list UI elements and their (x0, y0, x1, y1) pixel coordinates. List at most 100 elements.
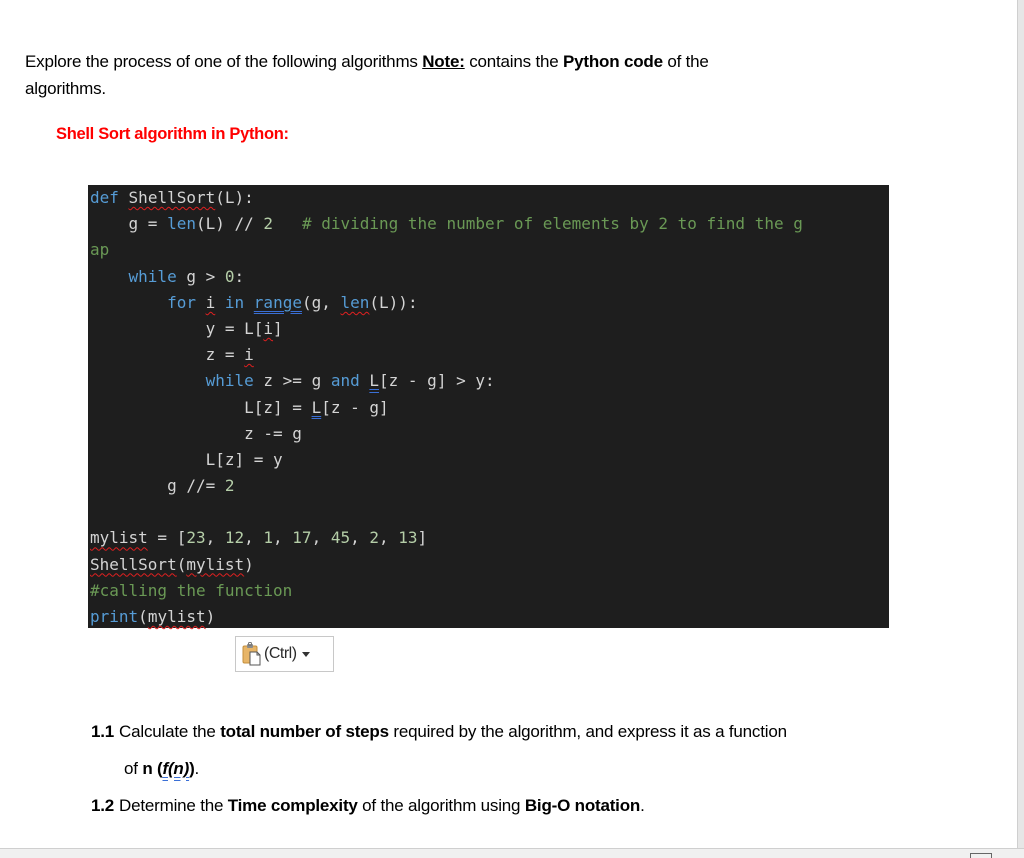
clipboard-paste-icon (242, 642, 262, 666)
code-line: z = i (90, 342, 889, 368)
code-line: L[z] = L[z - g] (90, 395, 889, 421)
code-comment-wrap: ap (90, 240, 110, 260)
question-text: Determine the (119, 796, 228, 815)
loop-variable: i (244, 345, 254, 365)
page-corner-mark (970, 853, 992, 858)
code-line: ap (90, 237, 889, 263)
builtin-len: len (340, 292, 370, 312)
code-text: (L) // (195, 214, 264, 234)
question-bold: Big-O notation (524, 796, 641, 815)
code-text: = [ (147, 528, 187, 548)
list-value: 17 (292, 528, 312, 548)
list-value: 2 (369, 528, 379, 548)
code-comment: #calling the function (90, 580, 293, 600)
code-text: (L)): (369, 292, 418, 312)
code-text: (g, (301, 292, 341, 312)
function-call: ShellSort (90, 554, 177, 574)
code-text: , (273, 528, 293, 548)
code-text: , (244, 528, 264, 548)
loop-variable: i (205, 292, 216, 312)
paste-options-button[interactable]: (Ctrl) (235, 636, 334, 672)
section-title: Shell Sort algorithm in Python: (56, 125, 289, 143)
list-value: 1 (263, 528, 274, 548)
intro-text: of the (662, 52, 709, 71)
code-text: [z - g] > y: (379, 371, 495, 391)
list-value: 23 (186, 528, 206, 548)
code-text: ( (138, 607, 148, 626)
questions-list: 1.1 Calculate the total number of steps r… (91, 718, 891, 829)
code-text: (L): (215, 188, 254, 207)
code-text: g = (128, 214, 168, 234)
question-text: ( (152, 759, 163, 778)
code-block[interactable]: def ShellSort(L): g = len(L) // 2 # divi… (88, 185, 889, 628)
code-text: , (350, 528, 370, 548)
code-text: g > (176, 266, 225, 286)
question-text: . (194, 759, 200, 778)
code-text: y = L[ (205, 318, 264, 338)
code-text: , (205, 528, 225, 548)
list-ref: L (311, 397, 322, 417)
question-bold: total number of steps (220, 722, 389, 741)
code-line: while z >= g and L[z - g] > y: (90, 368, 889, 394)
code-text: z >= g (253, 371, 331, 391)
number-literal: 0 (224, 266, 235, 286)
code-comment: # dividing the number of elements by 2 t… (301, 214, 803, 234)
code-line: ShellSort(mylist) (90, 552, 889, 578)
question-number: 1.1 (91, 722, 115, 741)
code-text: ] (273, 318, 283, 338)
code-text: ) (244, 554, 254, 574)
code-text: z -= g (244, 423, 302, 443)
variable-mylist: mylist (147, 607, 206, 626)
code-line: #calling the function (90, 578, 889, 604)
intro-text: algorithms. (25, 79, 106, 98)
document-page: Explore the process of one of the follow… (0, 0, 1017, 848)
keyword-in: in (224, 292, 245, 312)
question-text: of (124, 759, 143, 778)
question-1-1: 1.1 Calculate the total number of steps r… (91, 718, 891, 755)
code-line: def ShellSort(L): (90, 185, 889, 211)
keyword-for: for (167, 292, 196, 312)
code-text: ) (205, 607, 216, 626)
code-text: [z - g] (321, 397, 389, 417)
question-1-2: 1.2 Determine the Time complexity of the … (91, 792, 891, 829)
variable-mylist: mylist (90, 528, 148, 548)
code-text: , (379, 528, 399, 548)
code-line: g //= 2 (90, 473, 889, 499)
question-1-1-continued: of n (f(n)). (91, 755, 891, 792)
page-bottom-border (0, 848, 1024, 858)
caret-down-icon[interactable] (301, 651, 310, 657)
code-text: ( (176, 554, 187, 574)
code-line: g = len(L) // 2 # dividing the number of… (90, 211, 889, 237)
list-value: 45 (330, 528, 351, 548)
question-text: Calculate the (119, 722, 221, 741)
code-line: mylist = [23, 12, 1, 17, 45, 2, 13] (90, 525, 889, 551)
loop-variable: i (263, 318, 274, 338)
question-text: required by the algorithm, and express i… (388, 722, 787, 741)
code-line: y = L[i] (90, 316, 889, 342)
builtin-range: range (253, 292, 302, 312)
code-text: g //= (167, 476, 225, 496)
intro-text: Explore the process of one of the follow… (25, 52, 423, 71)
number-literal: 2 (224, 476, 235, 496)
code-text: L[z] = (244, 397, 312, 417)
code-line: L[z] = y (90, 447, 889, 473)
code-line: z -= g (90, 421, 889, 447)
question-number: 1.2 (91, 796, 115, 815)
list-value: 12 (224, 528, 245, 548)
note-label: Note: (422, 52, 465, 71)
intro-text: contains the (464, 52, 564, 71)
question-bold-n: n (142, 759, 153, 778)
code-line: while g > 0: (90, 264, 889, 290)
keyword-while: while (128, 266, 177, 286)
code-text: ] (417, 528, 428, 548)
code-text: L[z] = y (205, 449, 283, 469)
builtin-print: print (90, 607, 139, 626)
keyword-while: while (205, 371, 254, 391)
code-line: for i in range(g, len(L)): (90, 290, 889, 316)
python-code-phrase: Python code (563, 52, 663, 71)
paste-shortcut-label: (Ctrl) (264, 645, 297, 662)
function-name: ShellSort (128, 188, 216, 207)
intro-paragraph: Explore the process of one of the follow… (25, 48, 825, 102)
question-text: . (640, 796, 645, 815)
